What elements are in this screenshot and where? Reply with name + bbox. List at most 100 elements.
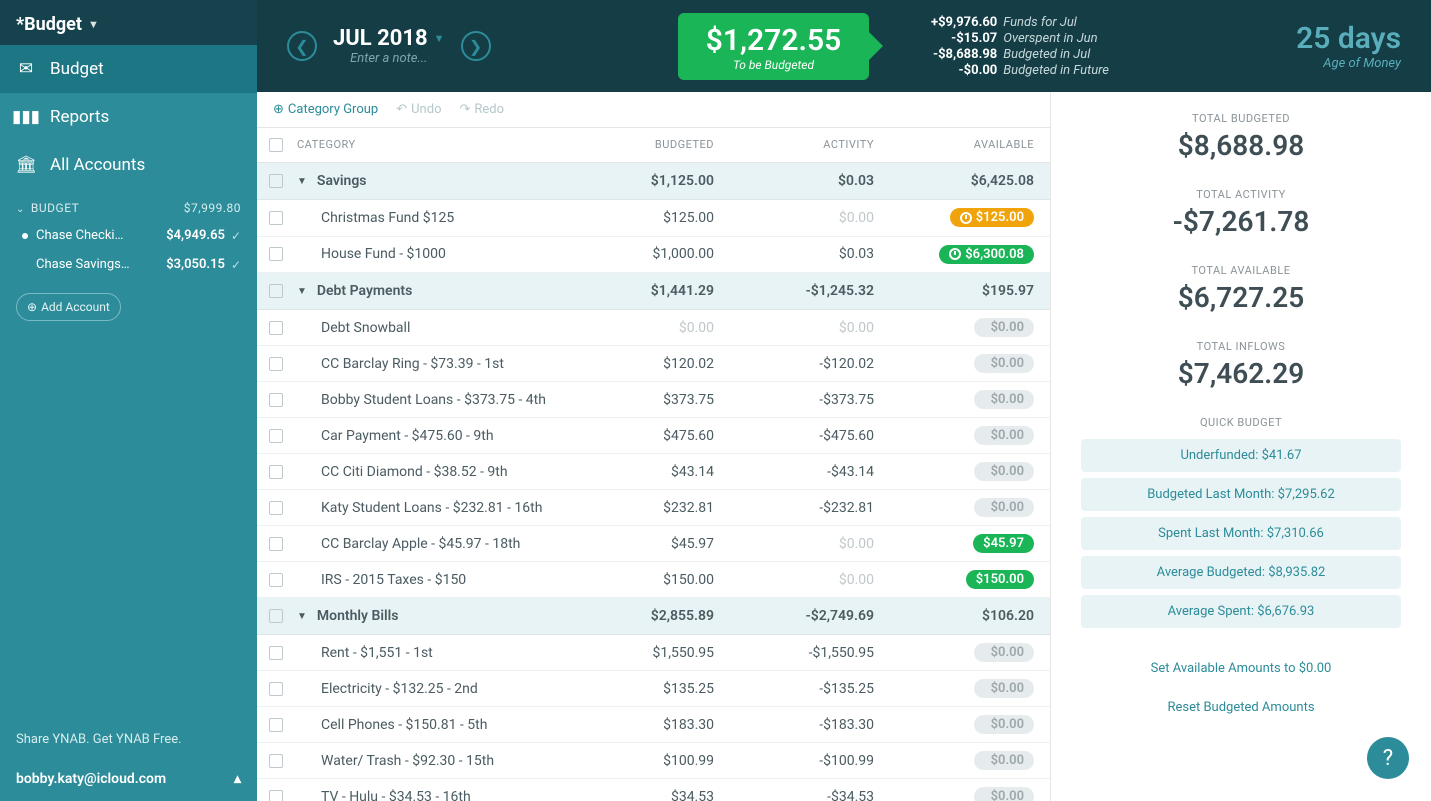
available-pill[interactable]: $0.00 — [974, 679, 1034, 698]
category-row[interactable]: CC Citi Diamond - $38.52 - 9th$43.14-$43… — [257, 454, 1050, 490]
budgeted-cell[interactable]: $135.25 — [554, 681, 714, 697]
category-checkbox[interactable] — [269, 465, 283, 479]
category-row[interactable]: IRS - 2015 Taxes - $150$150.00$0.00$150.… — [257, 562, 1050, 598]
budgeted-cell[interactable]: $120.02 — [554, 356, 714, 372]
category-group-row[interactable]: ▼Monthly Bills$2,855.89-$2,749.69$106.20 — [257, 598, 1050, 635]
budgeted-cell[interactable]: $232.81 — [554, 500, 714, 516]
user-menu[interactable]: bobby.katy@icloud.com ▴ — [0, 761, 257, 801]
activity-cell[interactable]: $0.00 — [714, 572, 874, 588]
available-pill[interactable]: $0.00 — [974, 318, 1034, 337]
category-checkbox[interactable] — [269, 573, 283, 587]
category-checkbox[interactable] — [269, 321, 283, 335]
available-pill[interactable]: $0.00 — [974, 787, 1034, 801]
activity-cell[interactable]: $0.03 — [714, 246, 874, 262]
category-checkbox[interactable] — [269, 646, 283, 660]
budgeted-cell[interactable]: $183.30 — [554, 717, 714, 733]
category-checkbox[interactable] — [269, 790, 283, 801]
available-pill[interactable]: $0.00 — [974, 462, 1034, 481]
category-row[interactable]: Christmas Fund $125$125.00$0.00$125.00 — [257, 200, 1050, 237]
nav-budget[interactable]: ✉ Budget — [0, 45, 257, 93]
add-account-button[interactable]: ⊕ Add Account — [16, 293, 121, 321]
category-checkbox[interactable] — [269, 537, 283, 551]
category-checkbox[interactable] — [269, 754, 283, 768]
activity-cell[interactable]: -$232.81 — [714, 500, 874, 516]
category-row[interactable]: House Fund - $1000$1,000.00$0.03$6,300.0… — [257, 237, 1050, 274]
budgeted-cell[interactable]: $45.97 — [554, 536, 714, 552]
category-row[interactable]: Katy Student Loans - $232.81 - 16th$232.… — [257, 490, 1050, 526]
category-checkbox[interactable] — [269, 682, 283, 696]
available-pill[interactable]: $0.00 — [974, 643, 1034, 662]
budgeted-cell[interactable]: $125.00 — [554, 210, 714, 226]
category-checkbox[interactable] — [269, 393, 283, 407]
activity-cell[interactable]: -$43.14 — [714, 464, 874, 480]
budgeted-cell[interactable]: $0.00 — [554, 320, 714, 336]
quick-budget-option[interactable]: Average Budgeted: $8,935.82 — [1081, 556, 1401, 589]
category-group-row[interactable]: ▼Debt Payments$1,441.29-$1,245.32$195.97 — [257, 273, 1050, 310]
category-group-row[interactable]: ▼Savings$1,125.00$0.03$6,425.08 — [257, 163, 1050, 200]
category-row[interactable]: Rent - $1,551 - 1st$1,550.95-$1,550.95$0… — [257, 635, 1050, 671]
quick-budget-option[interactable]: Budgeted Last Month: $7,295.62 — [1081, 478, 1401, 511]
activity-cell[interactable]: -$120.02 — [714, 356, 874, 372]
nav-reports[interactable]: ▮▮▮ Reports — [0, 93, 257, 141]
redo-button[interactable]: ↷Redo — [459, 102, 504, 117]
account-row[interactable]: Chase Savings…$3,050.15✓ — [0, 250, 257, 279]
inspector-action[interactable]: Reset Budgeted Amounts — [1081, 691, 1401, 724]
activity-cell[interactable]: -$135.25 — [714, 681, 874, 697]
budgeted-cell[interactable]: $34.53 — [554, 789, 714, 801]
month-selector[interactable]: JUL 2018 ▼ — [333, 26, 445, 51]
category-row[interactable]: Cell Phones - $150.81 - 5th$183.30-$183.… — [257, 707, 1050, 743]
select-all-checkbox[interactable] — [269, 138, 283, 152]
prev-month-button[interactable]: ❮ — [287, 31, 317, 61]
activity-cell[interactable]: $0.00 — [714, 320, 874, 336]
budgeted-cell[interactable]: $100.99 — [554, 753, 714, 769]
available-pill[interactable]: $0.00 — [974, 498, 1034, 517]
category-checkbox[interactable] — [269, 357, 283, 371]
sidebar-section-budget[interactable]: ⌄BUDGET $7,999.80 — [0, 189, 257, 221]
activity-cell[interactable]: -$183.30 — [714, 717, 874, 733]
quick-budget-option[interactable]: Average Spent: $6,676.93 — [1081, 595, 1401, 628]
group-checkbox[interactable] — [269, 174, 283, 188]
activity-cell[interactable]: -$100.99 — [714, 753, 874, 769]
to-be-budgeted[interactable]: $1,272.55 To be Budgeted — [678, 13, 870, 80]
undo-button[interactable]: ↶Undo — [396, 102, 441, 117]
category-row[interactable]: Debt Snowball$0.00$0.00$0.00 — [257, 310, 1050, 346]
budget-switcher[interactable]: *Budget ▼ — [0, 0, 257, 45]
add-category-group-button[interactable]: ⊕Category Group — [273, 102, 378, 117]
category-checkbox[interactable] — [269, 211, 283, 225]
category-row[interactable]: Water/ Trash - $92.30 - 15th$100.99-$100… — [257, 743, 1050, 779]
inspector-action[interactable]: Set Available Amounts to $0.00 — [1081, 652, 1401, 685]
budgeted-cell[interactable]: $150.00 — [554, 572, 714, 588]
age-of-money[interactable]: 25 days Age of Money — [1296, 21, 1401, 71]
category-checkbox[interactable] — [269, 718, 283, 732]
category-row[interactable]: Car Payment - $475.60 - 9th$475.60-$475.… — [257, 418, 1050, 454]
available-pill[interactable]: $125.00 — [950, 208, 1034, 227]
category-checkbox[interactable] — [269, 501, 283, 515]
category-row[interactable]: Electricity - $132.25 - 2nd$135.25-$135.… — [257, 671, 1050, 707]
available-pill[interactable]: $0.00 — [974, 390, 1034, 409]
category-row[interactable]: CC Barclay Apple - $45.97 - 18th$45.97$0… — [257, 526, 1050, 562]
share-link[interactable]: Share YNAB. Get YNAB Free. — [0, 718, 257, 761]
next-month-button[interactable]: ❯ — [461, 31, 491, 61]
budgeted-cell[interactable]: $43.14 — [554, 464, 714, 480]
available-pill[interactable]: $0.00 — [974, 751, 1034, 770]
activity-cell[interactable]: $0.00 — [714, 536, 874, 552]
nav-all-accounts[interactable]: 🏛 All Accounts — [0, 141, 257, 189]
activity-cell[interactable]: -$1,550.95 — [714, 645, 874, 661]
budgeted-cell[interactable]: $1,000.00 — [554, 246, 714, 262]
category-checkbox[interactable] — [269, 429, 283, 443]
activity-cell[interactable]: -$475.60 — [714, 428, 874, 444]
budgeted-cell[interactable]: $475.60 — [554, 428, 714, 444]
available-pill[interactable]: $6,300.08 — [939, 245, 1034, 264]
budgeted-cell[interactable]: $1,550.95 — [554, 645, 714, 661]
quick-budget-option[interactable]: Spent Last Month: $7,310.66 — [1081, 517, 1401, 550]
available-pill[interactable]: $0.00 — [974, 354, 1034, 373]
available-pill[interactable]: $150.00 — [966, 570, 1034, 589]
category-row[interactable]: CC Barclay Ring - $73.39 - 1st$120.02-$1… — [257, 346, 1050, 382]
month-note-input[interactable]: Enter a note... — [333, 51, 445, 66]
account-row[interactable]: Chase Checki…$4,949.65✓ — [0, 221, 257, 250]
budgeted-cell[interactable]: $373.75 — [554, 392, 714, 408]
activity-cell[interactable]: -$373.75 — [714, 392, 874, 408]
category-row[interactable]: Bobby Student Loans - $373.75 - 4th$373.… — [257, 382, 1050, 418]
available-pill[interactable]: $45.97 — [973, 534, 1034, 553]
activity-cell[interactable]: $0.00 — [714, 210, 874, 226]
